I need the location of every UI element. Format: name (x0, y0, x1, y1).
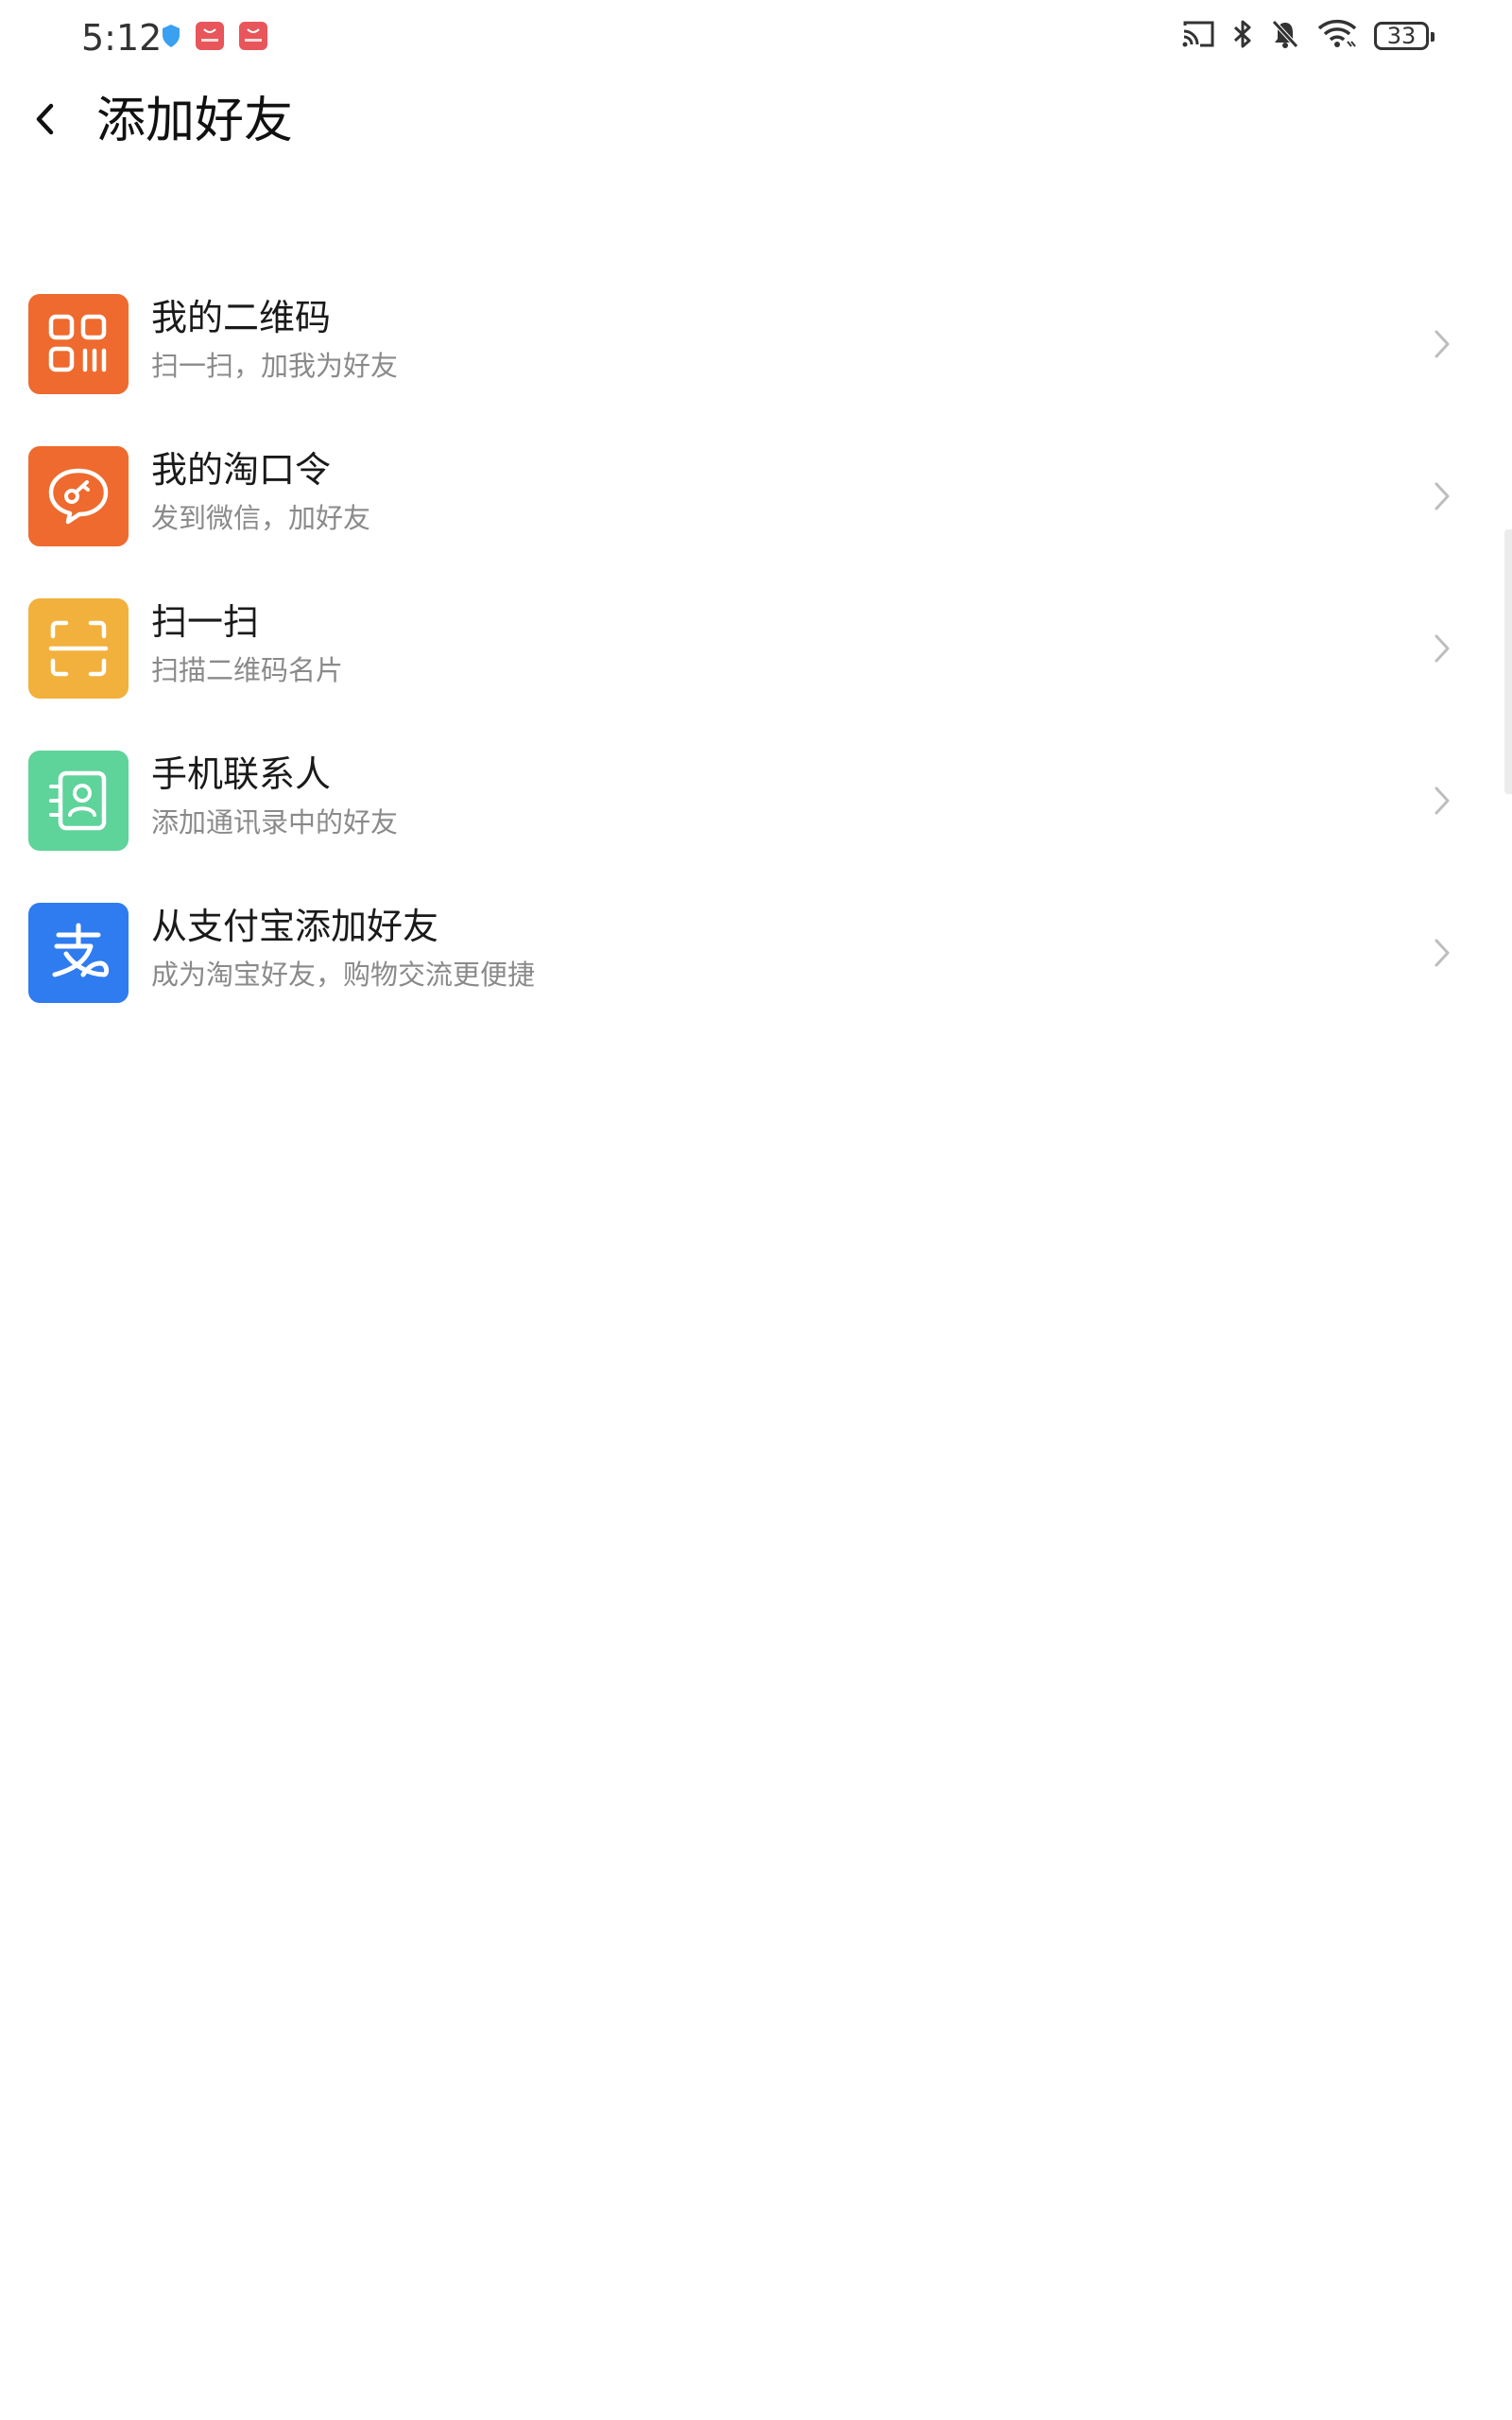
page-title: 添加好友 (96, 93, 294, 149)
back-arrow-icon (32, 100, 59, 142)
menu-item-add-from-alipay[interactable]: 从支付宝添加好友 成为淘宝好友，购物交流更便捷 (0, 892, 1512, 1045)
item-subtitle: 成为淘宝好友，购物交流更便捷 (151, 959, 536, 991)
status-bar: 5:12 33 (0, 0, 1512, 76)
menu-item-scan[interactable]: 扫一扫 扫描二维码名片 (0, 588, 1512, 740)
chevron-right-icon (1425, 325, 1459, 363)
status-right-icons: 33 (1181, 19, 1435, 53)
battery-icon: 33 (1374, 22, 1435, 50)
chevron-right-icon (1425, 782, 1459, 820)
item-title: 我的二维码 (151, 297, 332, 338)
chat-key-icon (28, 446, 129, 546)
menu-list: 我的二维码 扫一扫，加我为好友 我的淘口令 发到微信，加好友 扫一扫 扫描二维码… (0, 284, 1512, 1045)
status-time: 5:12 (81, 17, 163, 59)
status-left-icons (161, 21, 268, 55)
scroll-indicator (1504, 529, 1512, 794)
wifi-icon (1317, 19, 1357, 53)
back-button[interactable] (19, 95, 72, 147)
menu-item-phone-contacts[interactable]: 手机联系人 添加通讯录中的好友 (0, 740, 1512, 892)
shield-icon (161, 24, 181, 52)
chevron-right-icon (1425, 630, 1459, 667)
app-notification-icon (238, 21, 268, 55)
bluetooth-icon (1232, 19, 1253, 53)
header: 添加好友 (0, 76, 1512, 166)
qr-code-icon (28, 294, 129, 394)
menu-item-my-taokouling[interactable]: 我的淘口令 发到微信，加好友 (0, 436, 1512, 588)
app-notification-icon (195, 21, 225, 55)
alipay-icon (28, 903, 129, 1003)
menu-item-my-qr-code[interactable]: 我的二维码 扫一扫，加我为好友 (0, 284, 1512, 436)
scan-icon (28, 598, 129, 699)
item-title: 从支付宝添加好友 (151, 906, 439, 947)
chevron-right-icon (1425, 477, 1459, 515)
item-subtitle: 扫一扫，加我为好友 (151, 350, 399, 382)
item-title: 手机联系人 (151, 753, 332, 795)
item-title: 我的淘口令 (151, 449, 332, 491)
item-title: 扫一扫 (151, 601, 260, 643)
mute-icon (1270, 19, 1300, 53)
item-subtitle: 添加通讯录中的好友 (151, 806, 399, 838)
item-subtitle: 扫描二维码名片 (151, 654, 344, 686)
chevron-right-icon (1425, 934, 1459, 972)
contacts-icon (28, 751, 129, 851)
item-subtitle: 发到微信，加好友 (151, 502, 371, 534)
cast-icon (1181, 20, 1215, 52)
